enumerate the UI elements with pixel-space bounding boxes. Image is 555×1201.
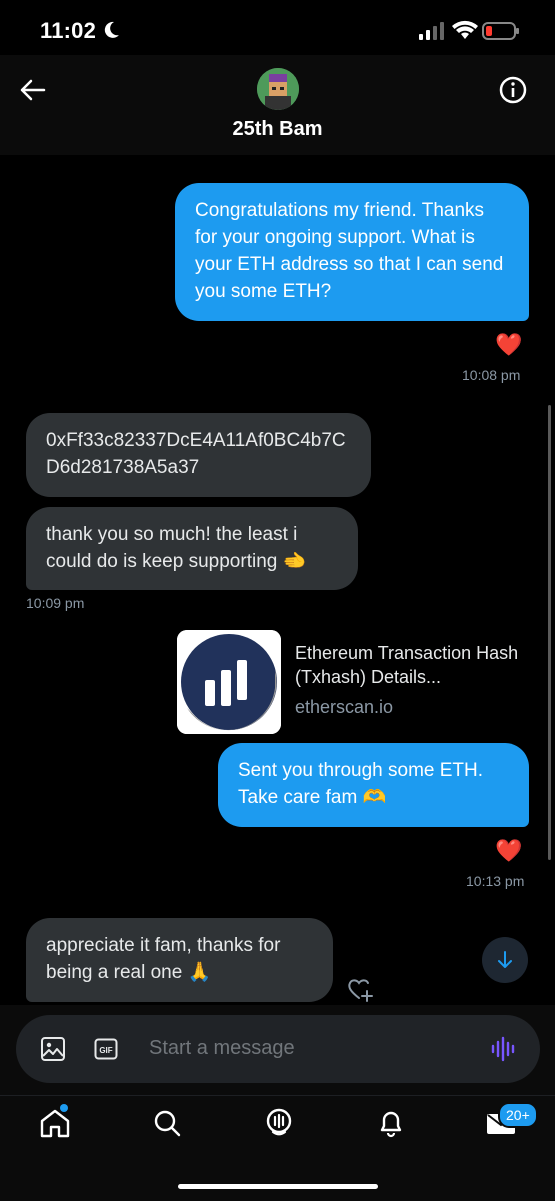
etherscan-logo (177, 630, 281, 734)
message-timestamp: 10:09 pm (26, 595, 85, 611)
spaces-icon[interactable] (262, 1106, 296, 1140)
message-bubble-incoming[interactable]: 0xFf33c82337DcE4A11Af0BC4b7CD6d281738A5a… (26, 413, 371, 497)
voice-icon[interactable] (490, 1036, 518, 1062)
home-indicator (178, 1184, 378, 1189)
wifi-icon (452, 20, 478, 39)
message-input[interactable]: Start a message (149, 1037, 295, 1060)
info-icon[interactable] (498, 75, 528, 105)
heart-reaction[interactable]: ❤️ (495, 332, 522, 358)
search-icon[interactable] (150, 1106, 184, 1140)
link-domain: etherscan.io (295, 697, 394, 717)
gif-icon[interactable]: GIF (94, 1037, 118, 1061)
home-icon[interactable] (38, 1106, 72, 1140)
signal-icon (419, 22, 444, 40)
message-bubble-outgoing[interactable]: Congratulations my friend. Thanks for yo… (175, 183, 529, 321)
notification-dot (60, 1104, 68, 1112)
link-title[interactable]: Ethereum Transaction Hash (Txhash) Detai… (295, 641, 535, 689)
status-time: 11:02 (40, 18, 97, 43)
add-reaction-icon[interactable] (346, 975, 374, 1003)
svg-text:GIF: GIF (99, 1046, 112, 1055)
moon-icon (104, 21, 119, 38)
message-bubble-outgoing[interactable]: Sent you through some ETH. Take care fam… (218, 743, 529, 827)
heart-reaction[interactable]: ❤️ (495, 838, 522, 864)
avatar[interactable] (257, 68, 299, 110)
battery-icon (482, 22, 519, 40)
scrollbar[interactable] (548, 405, 551, 860)
message-timestamp: 10:13 pm (466, 873, 525, 889)
bell-icon[interactable] (374, 1106, 408, 1140)
messages-badge: 20+ (498, 1102, 538, 1128)
conversation-title[interactable]: 25th Bam (0, 118, 555, 141)
message-bubble-incoming[interactable]: appreciate it fam, thanks for being a re… (26, 918, 333, 1002)
avatar-image (257, 68, 299, 110)
message-bubble-incoming[interactable]: thank you so much! the least i could do … (26, 507, 358, 590)
scroll-to-bottom-button[interactable] (482, 937, 528, 983)
arrow-down-icon (498, 951, 512, 968)
image-icon[interactable] (40, 1036, 66, 1062)
back-arrow-icon[interactable] (18, 76, 46, 104)
message-timestamp: 10:08 pm (462, 367, 521, 383)
